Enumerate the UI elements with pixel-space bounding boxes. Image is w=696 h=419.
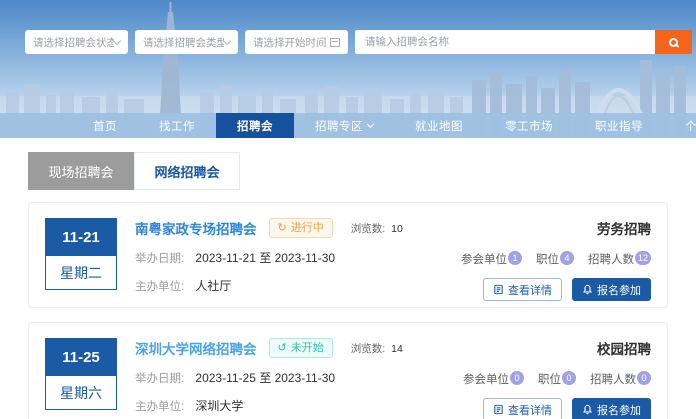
held-date-label: 举办日期:	[135, 373, 184, 385]
nav-item-personal-center[interactable]: 个人中心	[664, 113, 696, 138]
fair-stats: 参会单位1 职位4 招聘人数12	[447, 251, 651, 267]
header-banner: 请选择招聘会状态 请选择招聘会类型 请选择开始时间 首页 找工作 招聘会 招聘专…	[0, 0, 696, 138]
nav-item-home[interactable]: 首页	[72, 113, 138, 138]
fair-weekday: 星期六	[45, 376, 117, 410]
stat-headcount-count: 0	[637, 371, 651, 385]
organizer-value: 深圳大学	[195, 399, 243, 413]
nav-item-career-guidance[interactable]: 职业指导	[574, 113, 664, 138]
fair-category: 校园招聘	[597, 338, 651, 358]
stat-participants: 参会单位0	[463, 371, 524, 387]
nav-item-job-fair[interactable]: 招聘会	[216, 113, 294, 138]
document-icon	[493, 284, 504, 295]
refresh-icon: ↻	[278, 221, 287, 235]
fair-date: 11-21	[45, 218, 117, 256]
stat-participants-count: 0	[510, 371, 524, 385]
view-count: 浏览数: 10	[351, 221, 403, 236]
view-count-value: 14	[391, 343, 403, 355]
fair-card-right: 校园招聘 参会单位0 职位0 招聘人数0 查看详情	[449, 338, 651, 414]
bell-icon	[582, 404, 593, 415]
fair-card-right: 劳务招聘 参会单位1 职位4 招聘人数12 查看详情	[447, 218, 651, 294]
stat-headcount: 招聘人数12	[588, 251, 651, 267]
bell-icon	[582, 284, 593, 295]
tab-online-fair[interactable]: 网络招聘会	[134, 152, 240, 190]
fair-card: 11-25 星期六 深圳大学网络招聘会 ↺ 未开始 浏览数: 14 举办日期: 2…	[28, 322, 668, 419]
view-count-label: 浏览数:	[351, 343, 385, 355]
calendar-icon	[330, 38, 340, 47]
nav-item-find-job[interactable]: 找工作	[138, 113, 216, 138]
fair-type-placeholder: 请选择招聘会类型	[143, 35, 224, 50]
fair-list-page: 现场招聘会 网络招聘会 11-21 星期二 南粤家政专场招聘会 ↻ 进行中 浏览…	[0, 138, 696, 419]
fair-info: 南粤家政专场招聘会 ↻ 进行中 浏览数: 10 举办日期: 2023-11-21 …	[135, 218, 447, 294]
view-details-button[interactable]: 查看详情	[483, 278, 562, 301]
nav-item-recruit-zone-label: 招聘专区	[315, 118, 363, 134]
fair-actions: 查看详情 报名参加	[483, 278, 651, 301]
fair-date-box: 11-25 星期六	[45, 338, 117, 414]
start-date-placeholder: 请选择开始时间	[253, 35, 330, 50]
held-date-value: 2023-11-21 至 2023-11-30	[195, 251, 335, 265]
status-badge: ↻ 进行中	[269, 218, 333, 238]
organizer-label: 主办单位:	[135, 281, 184, 293]
fair-title-link[interactable]: 南粤家政专场招聘会	[135, 218, 257, 238]
stat-positions: 职位4	[536, 251, 574, 267]
register-button[interactable]: 报名参加	[572, 398, 651, 419]
fair-status-select[interactable]: 请选择招聘会状态	[25, 30, 128, 54]
fair-status-placeholder: 请选择招聘会状态	[33, 35, 114, 50]
stat-participants: 参会单位1	[461, 251, 522, 267]
chevron-down-icon	[113, 36, 121, 44]
fair-actions: 查看详情 报名参加	[483, 398, 651, 419]
fair-weekday: 星期二	[45, 256, 117, 290]
fair-type-tabs: 现场招聘会 网络招聘会	[28, 152, 668, 190]
chevron-down-icon	[367, 121, 374, 128]
view-details-button[interactable]: 查看详情	[483, 398, 562, 419]
search-box	[355, 30, 692, 54]
view-count: 浏览数: 14	[351, 341, 403, 356]
held-date-value: 2023-11-25 至 2023-11-30	[195, 371, 335, 385]
stat-headcount-count: 12	[635, 251, 651, 265]
status-badge: ↺ 未开始	[269, 338, 333, 358]
fair-stats: 参会单位0 职位0 招聘人数0	[449, 371, 651, 387]
register-button[interactable]: 报名参加	[572, 278, 651, 301]
fair-title-link[interactable]: 深圳大学网络招聘会	[135, 338, 257, 358]
stat-positions-count: 4	[560, 251, 574, 265]
organizer-label: 主办单位:	[135, 401, 184, 413]
stat-positions: 职位0	[538, 371, 576, 387]
search-icon	[669, 38, 678, 47]
held-date-label: 举办日期:	[135, 253, 184, 265]
stat-headcount: 招聘人数0	[590, 371, 651, 387]
stat-participants-count: 1	[508, 251, 522, 265]
stat-positions-count: 0	[562, 371, 576, 385]
view-count-label: 浏览数:	[351, 223, 385, 235]
clock-restart-icon: ↺	[278, 341, 287, 355]
view-count-value: 10	[391, 223, 403, 235]
fair-name-input[interactable]	[355, 30, 655, 54]
fair-date-box: 11-21 星期二	[45, 218, 117, 294]
status-label: 未开始	[291, 341, 324, 355]
fair-date: 11-25	[45, 338, 117, 376]
nav-item-gig-market[interactable]: 零工市场	[484, 113, 574, 138]
organizer-value: 人社厅	[195, 279, 231, 293]
tab-onsite-fair[interactable]: 现场招聘会	[28, 152, 134, 190]
search-button[interactable]	[655, 30, 692, 54]
status-label: 进行中	[291, 221, 324, 235]
nav-item-recruit-zone[interactable]: 招聘专区	[294, 113, 394, 138]
fair-category: 劳务招聘	[597, 218, 651, 238]
fair-type-select[interactable]: 请选择招聘会类型	[135, 30, 238, 54]
start-date-picker[interactable]: 请选择开始时间	[245, 30, 348, 54]
document-icon	[493, 404, 504, 415]
nav-item-employment-map[interactable]: 就业地图	[394, 113, 484, 138]
chevron-down-icon	[223, 36, 231, 44]
main-nav: 首页 找工作 招聘会 招聘专区 就业地图 零工市场 职业指导 个人中心	[0, 113, 696, 138]
filter-bar: 请选择招聘会状态 请选择招聘会类型 请选择开始时间	[25, 30, 692, 54]
fair-info: 深圳大学网络招聘会 ↺ 未开始 浏览数: 14 举办日期: 2023-11-25 …	[135, 338, 449, 414]
fair-card: 11-21 星期二 南粤家政专场招聘会 ↻ 进行中 浏览数: 10 举办日期: 2…	[28, 202, 668, 308]
